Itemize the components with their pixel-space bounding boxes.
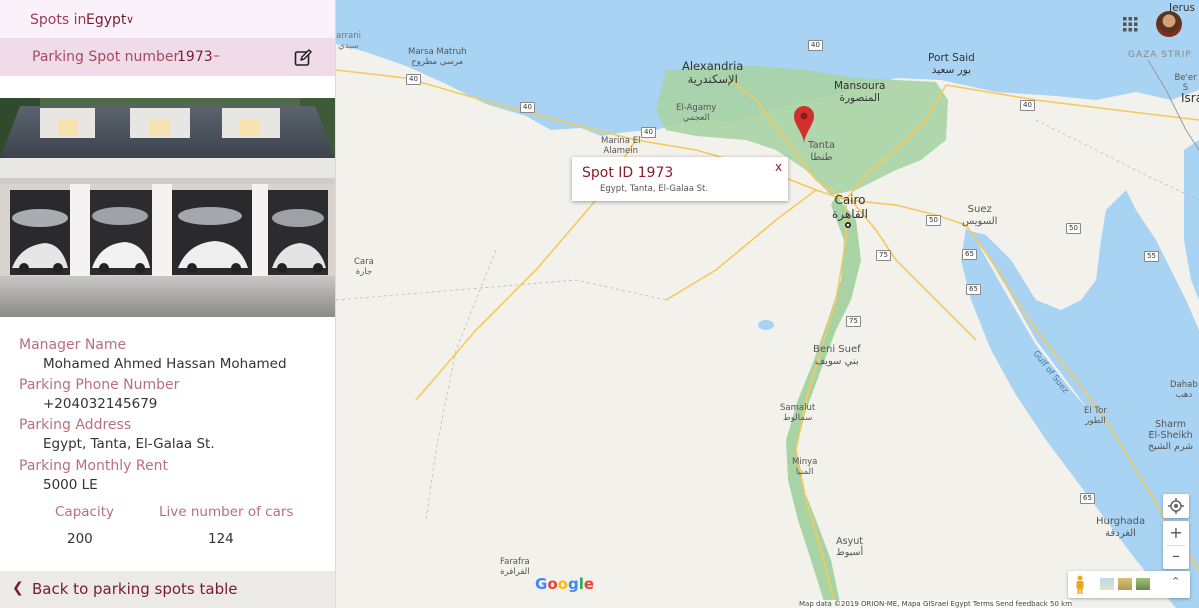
map-label-asyut: Asyut أسيوط [836, 536, 864, 558]
apps-grid-icon[interactable] [1123, 17, 1138, 32]
chevron-down-icon[interactable]: ∨ [126, 13, 134, 26]
capacity-label: Capacity [55, 504, 114, 520]
map-label-marsa-matruh: Marsa Matruh مرسى مطروح [408, 47, 467, 67]
map-label-marina: Marina El Alamein [601, 136, 641, 156]
map-label-minya: Minya المنيا [792, 457, 818, 477]
manager-value: Mohamed Ahmed Hassan Mohamed [43, 356, 287, 372]
road-shield: 40 [808, 40, 823, 51]
spots-in-label: Spots in [30, 12, 87, 28]
map-type-thumb-satellite[interactable] [1136, 578, 1150, 590]
road-shield: 55 [1144, 251, 1159, 262]
popup-title: Spot ID 1973 [582, 165, 674, 181]
map-label-mansoura: Mansoura المنصورة [834, 80, 886, 105]
road-shield: 75 [846, 316, 861, 327]
map-attribution[interactable]: Map data ©2019 ORION-ME, Mapa GISrael Eg… [799, 600, 1073, 608]
google-logo: Google [535, 575, 595, 593]
map-label-dahab: Dahab دهب [1170, 380, 1198, 400]
zoom-in-button[interactable]: + [1163, 521, 1189, 545]
map-label-gaza-strip: GAZA STRIP [1128, 50, 1192, 60]
my-location-button[interactable] [1163, 494, 1189, 518]
map-label-beni-suef: Beni Suef بني سويف [813, 344, 861, 367]
spot-dash: – [213, 48, 220, 64]
live-cars-value: 124 [208, 531, 234, 547]
phone-label: Parking Phone Number [19, 377, 180, 393]
live-cars-label: Live number of cars [159, 504, 294, 520]
map-label-cairo: Cairo القاهرة [832, 193, 868, 221]
map-label-farafra: Farafra الفرافرة [500, 557, 530, 577]
map-label-israel: Isra [1181, 91, 1199, 105]
map-label-cara: Cara جارة [354, 257, 374, 277]
road-shield: 40 [406, 74, 421, 85]
parking-spot-bar: Parking Spot number 1973 – [0, 38, 335, 76]
spot-info-popup: Spot ID 1973 Egypt, Tanta, El-Galaa St. … [572, 157, 788, 201]
manager-label: Manager Name [19, 337, 127, 353]
country-select[interactable]: Egypt [86, 12, 126, 28]
zoom-out-button[interactable]: – [1163, 545, 1189, 569]
road-shield: 40 [641, 127, 656, 138]
address-label: Parking Address [19, 417, 132, 433]
map-label-hurghada: Hurghada الغردقة [1096, 516, 1146, 539]
spots-in-header: Spots in Egypt ∨ [0, 0, 335, 38]
road-shield: 65 [1080, 493, 1095, 504]
map-canvas [336, 0, 1199, 608]
road-shield: 40 [1020, 100, 1035, 111]
pegman-icon[interactable] [1074, 575, 1086, 594]
parking-photo [0, 98, 335, 317]
road-shield: 65 [962, 249, 977, 260]
rent-value: 5000 LE [43, 477, 98, 493]
map-label-arrani: arrani سيدي [336, 31, 362, 51]
road-shield: 50 [926, 215, 941, 226]
zoom-controls: + – [1163, 521, 1189, 569]
popup-address: Egypt, Tanta, El-Galaa St. [600, 184, 709, 194]
road-shield: 50 [1066, 223, 1081, 234]
expand-up-icon[interactable]: ⌃ [1171, 575, 1180, 588]
map-label-suez: Suez السويس [962, 204, 998, 227]
map-label-sharm: Sharm El-Sheikh شرم الشيخ [1148, 419, 1194, 452]
edit-icon[interactable] [294, 49, 312, 67]
map-label-tanta: Tanta طنطا [808, 140, 835, 163]
parking-spot-label: Parking Spot number [32, 49, 180, 65]
back-to-table-button[interactable]: ❮ Back to parking spots table [0, 571, 335, 608]
map-label-el-tor: El Tor الطور [1084, 406, 1107, 426]
map-label-samalut: Samalut سمالوط [780, 403, 816, 423]
road-shield: 65 [966, 284, 981, 295]
chevron-left-icon: ❮ [12, 580, 24, 596]
map-type-thumb-terrain[interactable] [1118, 578, 1132, 590]
close-icon[interactable]: x [775, 160, 782, 174]
map-bottom-toolbar: ⌃ [1068, 571, 1190, 598]
map-label-alexandria: Alexandria الإسكندرية [682, 59, 744, 87]
target-icon [1168, 498, 1184, 514]
capacity-value: 200 [67, 531, 93, 547]
spot-number: 1973 [177, 49, 213, 65]
road-shield: 75 [876, 250, 891, 261]
road-shield: 40 [520, 102, 535, 113]
map-type-thumb-map[interactable] [1100, 578, 1114, 590]
back-label: Back to parking spots table [32, 580, 238, 598]
map-label-port-said: Port Said بور سعيد [928, 52, 975, 77]
details-sidebar: Spots in Egypt ∨ Parking Spot number 197… [0, 0, 336, 608]
phone-value: +204032145679 [43, 396, 158, 412]
rent-label: Parking Monthly Rent [19, 458, 168, 474]
avatar[interactable] [1156, 11, 1182, 37]
address-value: Egypt, Tanta, El-Galaa St. [43, 436, 215, 452]
map-label-el-agamy: El-Agamy العجمي [676, 103, 717, 123]
map-view[interactable]: Marsa Matruh مرسى مطروح arrani سيدي Alexan… [336, 0, 1199, 608]
